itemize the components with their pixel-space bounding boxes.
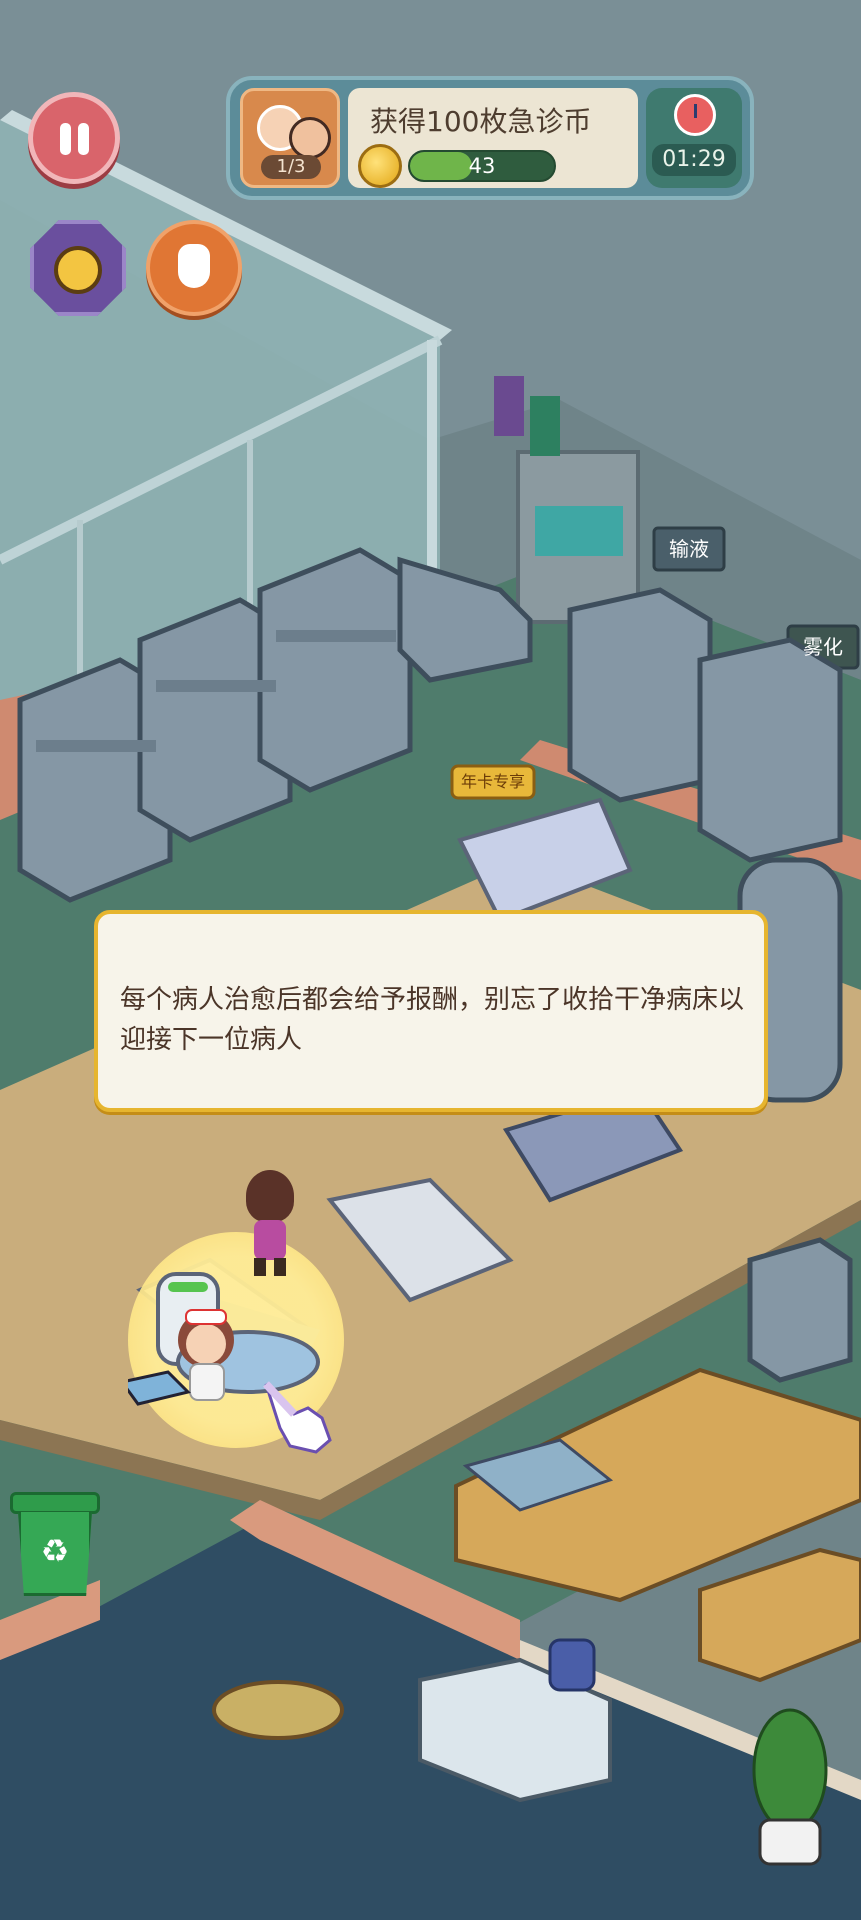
recycle-bin-body: ♻ xyxy=(18,1512,92,1596)
recycle-bin-lid xyxy=(10,1492,100,1514)
tutorial-dialog[interactable]: 每个病人治愈后都会给予报酬，别忘了收拾干净病床以迎接下一位病人 xyxy=(94,910,768,1112)
dialog-text: 每个病人治愈后都会给予报酬，别忘了收拾干净病床以迎接下一位病人 xyxy=(120,985,745,1055)
coin-icon xyxy=(358,144,402,188)
pause-button[interactable] xyxy=(28,92,120,184)
pause-icon-bar xyxy=(78,123,89,155)
hand-icon xyxy=(178,244,210,288)
task-title: 获得100枚急诊币 xyxy=(370,105,592,138)
recycle-icon: ♻ xyxy=(40,1532,70,1570)
task-progress: 1/3 xyxy=(261,155,321,179)
patient-face-icon xyxy=(289,117,331,159)
patient-character xyxy=(240,1170,300,1280)
pause-icon-bar xyxy=(60,123,71,155)
premium-bed-badge: 年卡专享 xyxy=(460,772,525,791)
stop-hand-button[interactable] xyxy=(146,220,242,316)
timer-text: 01:29 xyxy=(652,144,736,176)
nebulization-room-sign: 雾化 xyxy=(803,635,843,659)
coin-count: 43 xyxy=(468,154,496,178)
patients-portrait: 1/3 xyxy=(240,88,340,188)
timer-box: 01:29 xyxy=(646,88,742,188)
recycle-bin[interactable]: ♻ xyxy=(10,1492,100,1602)
alarm-clock-icon xyxy=(674,94,716,136)
task-panel: 1/3 获得100枚急诊币 43 01:29 xyxy=(226,76,754,200)
coin-progress-bar: 43 xyxy=(408,150,556,182)
infusion-room-sign: 输液 xyxy=(669,537,709,561)
tutorial-hand-pointer-icon xyxy=(263,1381,332,1454)
stopwatch-icon xyxy=(54,246,102,294)
task-card: 获得100枚急诊币 43 xyxy=(348,88,638,188)
